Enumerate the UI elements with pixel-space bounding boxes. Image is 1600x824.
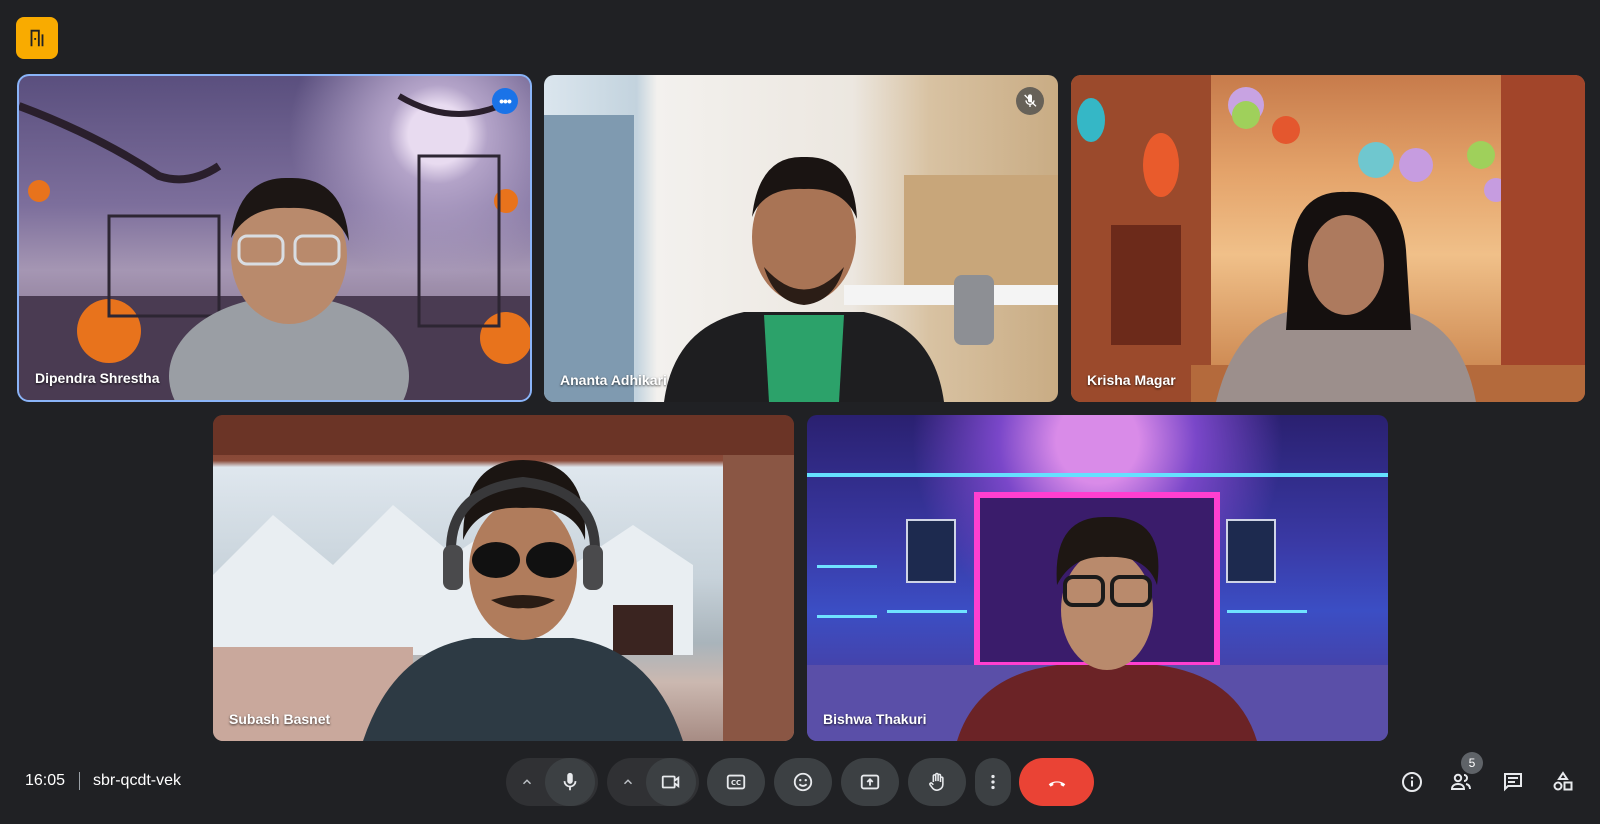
- present-screen-icon: [860, 774, 880, 790]
- closed-captions-icon: CC: [726, 774, 746, 790]
- camera-button[interactable]: [646, 758, 696, 806]
- participant-name: Subash Basnet: [229, 711, 331, 727]
- audio-settings-button[interactable]: [509, 758, 545, 806]
- more-options-button[interactable]: [975, 758, 1011, 806]
- mic-button[interactable]: [545, 758, 595, 806]
- activities-button[interactable]: [1543, 762, 1583, 802]
- participant-tile[interactable]: Subash Basnet: [213, 415, 794, 741]
- raise-hand-icon: [929, 772, 944, 791]
- meeting-details-button[interactable]: [1392, 762, 1432, 802]
- more-options-icon: •••: [499, 93, 512, 109]
- more-vert-icon: [991, 774, 995, 790]
- reactions-button[interactable]: [774, 758, 832, 806]
- participant-more-button[interactable]: •••: [492, 88, 518, 114]
- emoji-icon: [793, 772, 813, 792]
- mic-icon: [563, 772, 577, 791]
- participant-name: Dipendra Shrestha: [35, 370, 160, 386]
- call-controls-bar: 16:05 sbr-qcdt-vek CC 5: [0, 752, 1600, 812]
- people-button[interactable]: 5: [1441, 752, 1483, 802]
- participant-tile[interactable]: Bishwa Thakuri: [807, 415, 1388, 741]
- participant-name: Krisha Magar: [1087, 372, 1176, 388]
- participant-figure: [957, 516, 1257, 741]
- info-icon: [1402, 772, 1422, 792]
- participant-tile[interactable]: Krisha Magar: [1071, 75, 1585, 402]
- captions-button[interactable]: CC: [707, 758, 765, 806]
- camera-control-group: [607, 758, 699, 806]
- present-button[interactable]: [841, 758, 899, 806]
- participant-figure: [169, 177, 409, 400]
- mic-off-icon: [1024, 94, 1037, 107]
- participant-name: Ananta Adhikari: [560, 372, 667, 388]
- chat-icon: [1504, 773, 1522, 792]
- muted-indicator: [1016, 87, 1044, 115]
- mic-control-group: [506, 758, 598, 806]
- participant-figure: [363, 460, 683, 741]
- svg-text:CC: CC: [731, 779, 741, 787]
- participant-figure: [1216, 191, 1476, 402]
- leave-call-button[interactable]: [1019, 758, 1094, 806]
- chevron-up-icon: [623, 779, 633, 785]
- participant-tile[interactable]: Ananta Adhikari: [544, 75, 1058, 402]
- people-count-badge: 5: [1461, 752, 1483, 774]
- door-exit-icon: [30, 29, 44, 47]
- divider: [79, 772, 80, 790]
- video-settings-button[interactable]: [610, 758, 646, 806]
- meeting-code: sbr-qcdt-vek: [93, 772, 182, 789]
- participant-name: Bishwa Thakuri: [823, 711, 927, 727]
- participant-figure: [664, 156, 944, 402]
- raise-hand-button[interactable]: [908, 758, 966, 806]
- participant-tile[interactable]: ••• Dipendra Shrestha: [17, 74, 532, 402]
- meeting-time: 16:05: [25, 772, 66, 789]
- videocam-icon: [661, 775, 680, 789]
- chat-button[interactable]: [1493, 762, 1533, 802]
- meeting-logo-button[interactable]: [16, 17, 58, 59]
- chevron-up-icon: [522, 779, 532, 785]
- activities-icon: [1553, 771, 1573, 791]
- call-end-icon: [1048, 781, 1065, 787]
